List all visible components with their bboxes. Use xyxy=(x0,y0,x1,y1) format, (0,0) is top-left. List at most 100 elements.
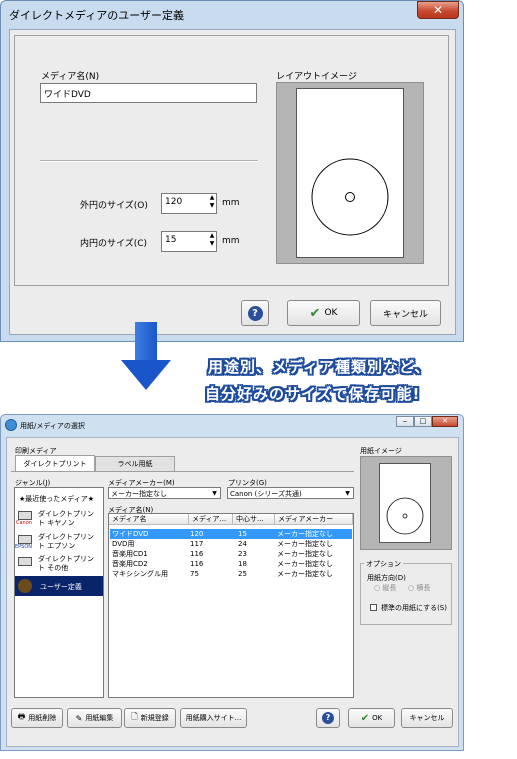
maximize-button[interactable]: □ xyxy=(414,416,432,427)
table-cell: 24 xyxy=(238,540,247,548)
chevron-down-icon: ▼ xyxy=(212,490,217,497)
table-cell: 117 xyxy=(190,540,204,548)
media-table[interactable]: メディア名 メディア... 中心サ... メディアメーカー ワイドDVD 120… xyxy=(108,513,354,698)
genre-item-epson[interactable]: ダイレクトプリント エプソン xyxy=(38,533,100,551)
table-row[interactable]: 音楽用CD1 116 23 メーカー指定なし xyxy=(110,549,352,559)
outer-unit: mm xyxy=(222,198,240,208)
cancel-label: キャンセル xyxy=(382,309,428,320)
table-cell: 15 xyxy=(238,530,247,538)
printer-select[interactable]: Canon (シリーズ共通) ▼ xyxy=(227,487,354,499)
table-cell: 116 xyxy=(190,560,204,568)
table-cell: 75 xyxy=(190,570,199,578)
table-cell: 音楽用CD1 xyxy=(112,550,148,558)
table-cell: マキシシングル用 xyxy=(112,570,168,578)
media-name-label: メディア名(N) xyxy=(41,72,100,82)
layout-image-label: レイアウトイメージ xyxy=(276,72,357,82)
outer-size-spinner[interactable]: ▲ ▼ xyxy=(207,194,217,210)
new-paper-button[interactable]: 🗋 新規登録 xyxy=(124,708,176,728)
buy-paper-site-button[interactable]: 用紙購入サイト... xyxy=(180,708,247,728)
paper-image-preview xyxy=(360,456,452,550)
cancel-button[interactable]: キャンセル xyxy=(401,708,453,728)
close-button[interactable]: ✕ xyxy=(432,416,458,427)
column-header-outer[interactable]: メディア... xyxy=(189,514,233,525)
table-row[interactable]: ワイドDVD 120 15 メーカー指定なし xyxy=(110,529,352,539)
ok-button[interactable]: ✔ OK xyxy=(348,708,395,728)
genre-item-other[interactable]: ダイレクトプリント その他 xyxy=(38,555,100,573)
printer-value: Canon (シリーズ共通) xyxy=(230,490,302,498)
portrait-radio[interactable]: ○ 縦長 xyxy=(374,583,396,593)
help-button[interactable]: ? xyxy=(241,300,269,326)
edit-label: 用紙編集 xyxy=(85,714,114,722)
user-media-icon xyxy=(18,579,32,593)
layout-image-preview xyxy=(276,82,424,264)
ok-label: OK xyxy=(324,308,338,318)
delete-paper-button[interactable]: 🖶 用紙削除 xyxy=(11,708,63,728)
inner-size-label: 内円のサイズ(C) xyxy=(80,239,148,249)
paper-preview xyxy=(296,88,404,258)
printer-icon xyxy=(18,535,32,544)
inner-unit: mm xyxy=(222,236,240,246)
landscape-radio[interactable]: ○ 横長 xyxy=(408,583,430,593)
standard-paper-label: 標準の用紙にする(S) xyxy=(381,604,447,612)
outer-size-value: 120 xyxy=(165,197,183,207)
maximize-icon: □ xyxy=(419,417,427,425)
option-label: オプション xyxy=(364,559,403,569)
printer-icon xyxy=(18,511,32,520)
inner-size-spinner[interactable]: ▲ ▼ xyxy=(207,232,217,248)
media-name-input[interactable]: ワイドDVD xyxy=(40,83,257,103)
genre-item-canon[interactable]: ダイレクトプリント キヤノン xyxy=(38,510,100,528)
app-icon xyxy=(5,419,17,431)
minimize-button[interactable]: ‒ xyxy=(396,416,414,427)
table-cell: メーカー指定なし xyxy=(277,560,333,568)
inner-size-value: 15 xyxy=(165,235,177,245)
caption-line-2: 自分好みのサイズで保存可能! xyxy=(205,385,421,403)
standard-paper-checkbox[interactable] xyxy=(370,604,377,611)
table-row[interactable]: 音楽用CD2 116 18 メーカー指定なし xyxy=(110,559,352,569)
canon-logo: Canon xyxy=(16,520,32,526)
tab-divider xyxy=(11,471,354,472)
radio-icon: ○ xyxy=(408,584,415,592)
close-button[interactable]: ✕ xyxy=(417,1,459,19)
ok-label: OK xyxy=(372,714,383,722)
help-icon: ? xyxy=(322,712,334,724)
cancel-label: キャンセル xyxy=(409,714,445,722)
paper-preview xyxy=(379,463,431,543)
minimize-icon: ‒ xyxy=(402,417,408,425)
column-header-maker[interactable]: メディアメーカー xyxy=(275,514,353,525)
table-cell: 23 xyxy=(238,550,247,558)
disc-shape xyxy=(386,497,424,535)
table-cell: メーカー指定なし xyxy=(277,570,333,578)
tab-label-paper[interactable]: ラベル用紙 xyxy=(95,456,175,472)
edit-paper-button[interactable]: ✎ 用紙編集 xyxy=(67,708,122,728)
delete-label: 用紙削除 xyxy=(28,714,57,722)
printer-icon: 🖶 xyxy=(17,712,26,721)
table-row[interactable]: DVD用 117 24 メーカー指定なし xyxy=(110,539,352,549)
table-row[interactable]: マキシシングル用 75 25 メーカー指定なし xyxy=(110,569,352,579)
table-cell: メーカー指定なし xyxy=(277,550,333,558)
cancel-button[interactable]: キャンセル xyxy=(370,300,441,326)
paper-image-label: 用紙イメージ xyxy=(360,447,402,455)
checkmark-icon: ✔ xyxy=(309,305,321,321)
genre-item-recent[interactable]: ★最近使ったメディア★ xyxy=(19,494,94,504)
close-icon: ✕ xyxy=(442,417,448,425)
table-cell: 116 xyxy=(190,550,204,558)
divider xyxy=(40,160,258,162)
new-document-icon: 🗋 xyxy=(131,712,138,721)
column-header-center[interactable]: 中心サ... xyxy=(233,514,275,525)
maker-select[interactable]: メーカー指定なし ▼ xyxy=(108,487,221,499)
down-arrow-icon xyxy=(135,322,157,364)
outer-size-label: 外円のサイズ(O) xyxy=(80,201,148,211)
help-icon: ? xyxy=(247,305,263,321)
genre-item-user: ユーザー定義 xyxy=(40,583,82,591)
ok-button[interactable]: ✔ OK xyxy=(287,300,360,326)
printer-icon xyxy=(18,557,32,566)
dialog-title: 用紙/メディアの選択 xyxy=(20,422,85,430)
checkmark-icon: ✔ xyxy=(360,712,370,724)
column-header-name[interactable]: メディア名 xyxy=(109,514,189,525)
help-button[interactable]: ? xyxy=(316,708,340,728)
orientation-label: 用紙方向(D) xyxy=(367,574,406,582)
table-cell: メーカー指定なし xyxy=(277,530,333,538)
new-label: 新規登録 xyxy=(140,714,169,722)
tab-direct-print[interactable]: ダイレクトプリント xyxy=(15,455,95,471)
table-cell: 120 xyxy=(190,530,204,538)
